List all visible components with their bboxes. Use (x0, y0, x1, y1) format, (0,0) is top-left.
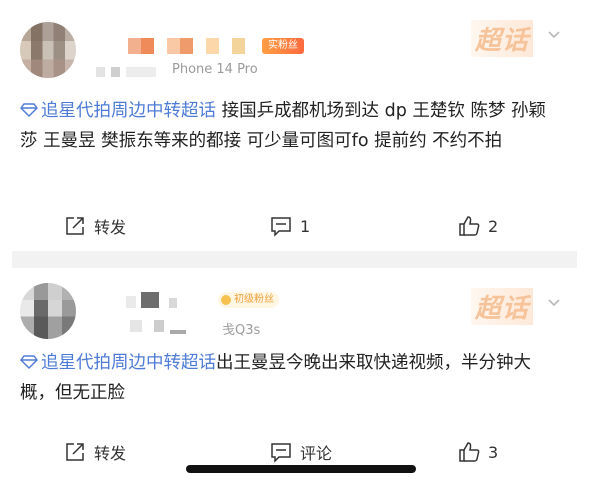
supertopic-label[interactable]: 超话 (470, 288, 533, 325)
comment-icon (271, 443, 291, 463)
post-source: Phone 14 Pro (172, 62, 258, 77)
like-button[interactable]: 3 (458, 434, 498, 470)
comment-count: 1 (300, 216, 311, 236)
repost-button[interactable]: 转发 (64, 434, 126, 470)
post-card[interactable]: 超话 初级粉丝 戋Q3s 追星代拍周边中转超话出王曼昱今晚出来取快递视频，半分钟… (12, 268, 577, 487)
chevron-down-icon[interactable] (547, 28, 561, 42)
topic-diamond-icon (20, 103, 38, 117)
fan-badge[interactable]: 实粉丝 (262, 38, 304, 54)
repost-label: 转发 (94, 218, 127, 237)
username-pixelated[interactable] (128, 38, 245, 54)
repost-label: 转发 (94, 444, 127, 463)
badge-icon (221, 295, 231, 305)
avatar[interactable] (20, 22, 76, 78)
topic-link[interactable]: 追星代拍周边中转超话 (20, 101, 216, 121)
supertopic-label[interactable]: 超话 (470, 20, 533, 57)
like-button[interactable]: 2 (458, 208, 498, 244)
feed-divider (12, 251, 577, 268)
repost-icon (66, 443, 84, 461)
post-text: 追星代拍周边中转超话 接国乒成都机场到达 dp 王楚钦 陈梦 孙颖莎 王曼昱 樊… (20, 96, 561, 156)
post-text: 追星代拍周边中转超话出王曼昱今晚出来取快递视频，半分钟大概，但无正脸 (20, 348, 561, 408)
action-bar: 转发 1 2 (12, 208, 577, 244)
time-pixelated (96, 64, 156, 80)
username-pixelated[interactable] (126, 292, 177, 308)
comment-icon (271, 217, 291, 237)
repost-icon (66, 217, 84, 235)
like-count: 3 (488, 442, 499, 462)
weibo-feed: 实粉丝 Phone 14 Pro 超话 追星代拍周边中转超话 接国乒成都机场到达… (12, 0, 577, 487)
comment-label: 评论 (300, 444, 333, 463)
repost-button[interactable]: 转发 (64, 208, 126, 244)
time-pixelated (130, 318, 186, 334)
topic-diamond-icon (20, 355, 38, 369)
post-card[interactable]: 实粉丝 Phone 14 Pro 超话 追星代拍周边中转超话 接国乒成都机场到达… (12, 0, 577, 251)
fan-badge[interactable]: 初级粉丝 (218, 292, 279, 308)
post-source: 戋Q3s (222, 323, 261, 338)
comment-button[interactable]: 1 (270, 208, 310, 244)
like-icon (459, 442, 480, 462)
chevron-down-icon[interactable] (547, 296, 561, 310)
like-count: 2 (488, 216, 499, 236)
home-indicator[interactable] (186, 465, 416, 473)
topic-link[interactable]: 追星代拍周边中转超话 (20, 353, 216, 373)
like-icon (459, 216, 480, 236)
avatar[interactable] (20, 283, 76, 339)
